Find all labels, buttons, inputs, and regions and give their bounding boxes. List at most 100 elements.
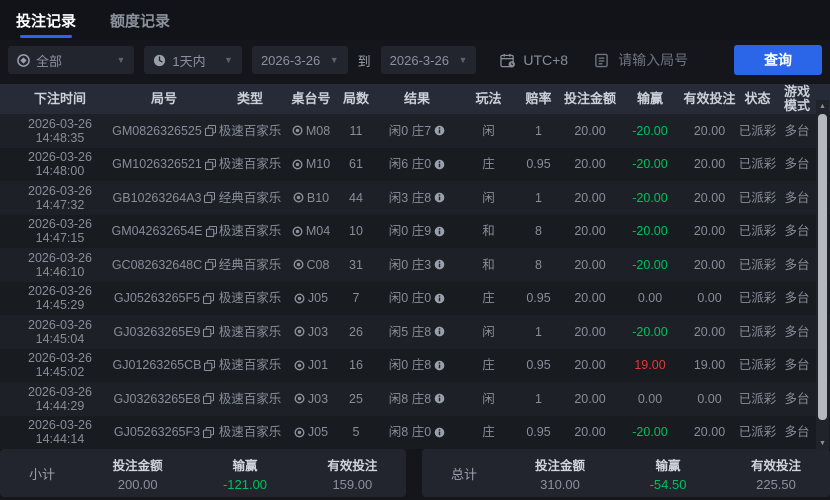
cell-game-mode: 多台 (784, 123, 810, 138)
record-icon[interactable] (292, 125, 303, 136)
cell-type: 极速百家乐 (218, 157, 282, 172)
copy-icon[interactable] (204, 192, 216, 204)
column-header-round-id: 局号 (150, 91, 177, 106)
cell-games: 5 (352, 425, 360, 440)
cell-round-id: GJ05263265F5 (110, 291, 218, 305)
subtotal-winloss-label: 输赢 (232, 458, 258, 473)
tab-quota-records[interactable]: 额度记录 (108, 6, 172, 39)
copy-icon[interactable] (203, 326, 215, 338)
round-number-input[interactable] (616, 51, 725, 69)
cell-winloss: -20.00 (632, 224, 668, 239)
cell-winloss: 19.00 (634, 358, 666, 373)
cell-result: 闲0 庄9 (372, 224, 462, 238)
calendar-clock-icon (500, 53, 516, 68)
cell-bet-time: 2026-03-26 14:44:14 (28, 418, 92, 447)
info-icon[interactable] (434, 259, 445, 270)
info-icon[interactable] (434, 293, 445, 304)
column-header-bet-time: 下注时间 (33, 91, 86, 106)
cell-status: 已派彩 (738, 190, 777, 205)
copy-icon[interactable] (203, 426, 215, 438)
cell-type: 极速百家乐 (218, 291, 282, 306)
cell-game-mode: 多台 (784, 224, 810, 239)
cell-table-no: M04 (282, 224, 340, 238)
copy-icon[interactable] (204, 359, 216, 371)
table-row: 2026-03-26 14:45:02 GJ01263265CB 极速百家乐 J01 16… (0, 348, 830, 382)
record-icon[interactable] (294, 360, 305, 371)
info-icon[interactable] (434, 360, 445, 371)
info-icon[interactable] (434, 159, 445, 170)
scrollbar-up-arrow[interactable]: ▲ (816, 100, 829, 113)
info-icon[interactable] (434, 326, 445, 337)
info-icon[interactable] (434, 192, 445, 203)
copy-icon[interactable] (203, 292, 215, 304)
cell-games: 10 (349, 224, 363, 239)
record-icon[interactable] (294, 326, 305, 337)
record-icon[interactable] (293, 259, 304, 270)
copy-icon[interactable] (203, 393, 215, 405)
chevron-down-icon: ▼ (224, 55, 233, 65)
cell-play: 和 (482, 257, 495, 272)
cell-amount: 20.00 (574, 358, 606, 373)
chevron-down-icon: ▼ (458, 55, 468, 65)
cell-status: 已派彩 (738, 257, 777, 272)
table-row: 2026-03-26 14:45:29 GJ05263265F5 极速百家乐 J05 7 闲… (0, 281, 830, 315)
cell-play: 闲 (482, 123, 495, 138)
table-scrollbar[interactable]: ▲ ▼ (816, 100, 829, 450)
cell-type: 极速百家乐 (218, 391, 282, 406)
category-select[interactable]: 全部 ▼ (8, 46, 135, 74)
cell-games: 16 (349, 358, 363, 373)
table-row: 2026-03-26 14:45:04 GJ03263265E9 极速百家乐 J03 26… (0, 315, 830, 349)
copy-icon[interactable] (204, 125, 216, 137)
info-icon[interactable] (434, 427, 445, 438)
subtotal-amount-group: 投注金额 200.00 (84, 455, 191, 492)
cell-games: 7 (352, 291, 360, 306)
column-header-games: 局数 (342, 91, 369, 106)
cell-game-mode: 多台 (784, 157, 810, 172)
cell-valid-bet: 20.00 (693, 224, 726, 239)
search-button[interactable]: 查询 (734, 45, 822, 75)
record-icon[interactable] (293, 192, 304, 203)
column-header-play: 玩法 (475, 91, 502, 106)
record-icon[interactable] (294, 427, 305, 438)
record-icon[interactable] (294, 293, 305, 304)
date-to-select[interactable]: 2026-3-26 ▼ (380, 46, 477, 74)
copy-icon[interactable] (204, 158, 216, 170)
cell-bet-time: 2026-03-26 14:46:10 (28, 250, 92, 279)
info-icon[interactable] (434, 226, 445, 237)
cell-status: 已派彩 (738, 123, 777, 138)
cell-game-mode: 多台 (784, 257, 810, 272)
filter-bar: 全部 ▼ 1天内 ▼ 2026-3-26 ▼ 到 2026-3-26 ▼ UTC… (0, 44, 830, 76)
subtotal-label: 小计 (28, 466, 55, 482)
cell-play: 庄 (482, 425, 495, 440)
cell-round-id: GC082632648C (110, 258, 218, 272)
tab-betting-records[interactable]: 投注记录 (14, 6, 78, 39)
copy-icon[interactable] (205, 259, 217, 271)
column-header-winloss: 输赢 (636, 91, 663, 106)
cell-amount: 20.00 (574, 391, 606, 406)
table-header-row: 下注时间 局号 类型 桌台号 局数 结果 玩法 赔率 投注金额 输赢 有效投注 … (0, 84, 830, 114)
cell-result: 闲3 庄8 (372, 191, 462, 205)
copy-icon[interactable] (205, 225, 217, 237)
cell-bet-time: 2026-03-26 14:48:35 (28, 116, 92, 145)
cell-winloss: -20.00 (632, 190, 668, 205)
record-icon[interactable] (292, 159, 303, 170)
cell-winloss: 0.00 (637, 291, 663, 306)
record-icon[interactable] (294, 393, 305, 404)
period-select[interactable]: 1天内 ▼ (144, 46, 242, 74)
target-icon (17, 53, 30, 67)
cell-play: 庄 (482, 157, 495, 172)
cell-games: 25 (349, 391, 363, 406)
record-icon[interactable] (292, 226, 303, 237)
info-icon[interactable] (434, 125, 445, 136)
cell-amount: 20.00 (574, 291, 606, 306)
cell-type: 极速百家乐 (218, 358, 282, 373)
cell-amount: 20.00 (574, 224, 606, 239)
column-header-result: 结果 (403, 91, 430, 106)
table-row: 2026-03-26 14:48:00 GM1026326521 极速百家乐 M10 61… (0, 147, 830, 181)
scrollbar-thumb[interactable] (818, 114, 827, 420)
date-from-select[interactable]: 2026-3-26 ▼ (251, 46, 348, 74)
cell-round-id: GJ05263265F3 (110, 425, 218, 439)
table-row: 2026-03-26 14:44:14 GJ05263265F3 极速百家乐 J05 5 闲… (0, 415, 830, 449)
info-icon[interactable] (434, 393, 445, 404)
cell-result: 闲6 庄0 (372, 157, 462, 171)
